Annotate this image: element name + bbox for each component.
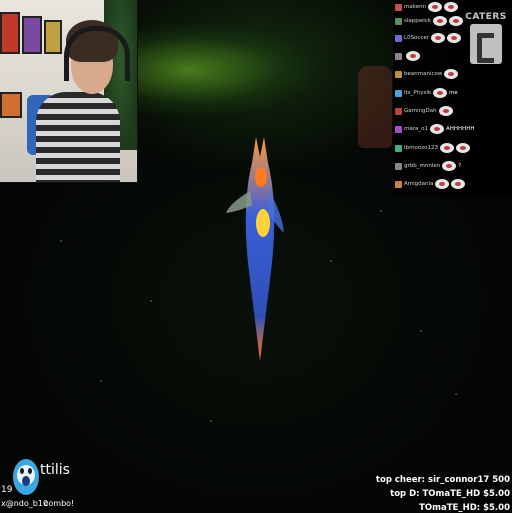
alert-name: ttilis [40, 462, 70, 478]
particle [455, 393, 457, 395]
emote-icon [439, 143, 454, 153]
alert-user: x@ndo_b10 [1, 499, 49, 508]
emote-icon [451, 179, 466, 189]
emote-icon [406, 51, 420, 61]
emote-icon [433, 88, 448, 98]
chat-message: Amigdanla [395, 177, 511, 191]
chat-username: Ibmoozo123 [404, 145, 438, 151]
wall-picture [22, 16, 42, 54]
alert-avatar-icon [13, 459, 39, 495]
chat-username: beanmanicow [404, 71, 443, 77]
emote-icon [435, 179, 450, 189]
user-badge-icon [395, 3, 402, 11]
particle [330, 260, 332, 262]
chat-message: GamingDah [395, 104, 511, 118]
alert-combo: combo! [44, 499, 75, 508]
chat-username: slappwick [404, 18, 431, 24]
particle [60, 240, 62, 242]
alert-count: 19 [1, 485, 13, 495]
headphones-icon [64, 26, 130, 81]
user-badge-icon [395, 34, 402, 42]
user-badge-icon [395, 52, 402, 60]
caters-logo-icon [470, 24, 502, 64]
user-badge-icon [395, 70, 402, 78]
particle [380, 210, 382, 212]
chat-message: grbb_mnnlen ? [395, 159, 511, 173]
chat-username: makenn [404, 4, 427, 10]
chat-message: mara_o1 AHHHHHH [395, 122, 511, 136]
emote-icon [444, 69, 459, 79]
chat-message: Its_Physik me [395, 86, 511, 100]
webcam-overlay [0, 0, 138, 183]
sea-angel-creature [226, 137, 284, 361]
user-badge-icon [395, 125, 402, 133]
chat-text: ? [458, 163, 462, 169]
creature-head [255, 167, 267, 187]
chat-username: grbb_mnnlen [404, 163, 441, 169]
emote-icon [444, 2, 459, 12]
chat-username: mara_o1 [404, 126, 428, 132]
emote-icon [432, 16, 447, 26]
emote-icon [442, 161, 457, 171]
caters-watermark: CATERS [465, 12, 507, 76]
wall-picture [0, 12, 20, 54]
streamer-torso [36, 92, 120, 182]
chat-username: L0Soccer [404, 35, 430, 41]
particle [150, 300, 152, 302]
top-donation: top D: TOmaTE_HD $5.00 [390, 489, 510, 499]
user-badge-icon [395, 17, 402, 25]
user-badge-icon [395, 180, 402, 188]
particle [420, 330, 422, 332]
emote-icon [431, 33, 446, 43]
chat-text: AHHHHHH [445, 126, 475, 132]
creature-core [256, 209, 270, 237]
wall-picture [0, 92, 22, 118]
emote-icon [448, 16, 463, 26]
top-cheer: top cheer: sir_connor17 500 [375, 475, 510, 485]
emote-icon [428, 2, 443, 12]
user-badge-icon [395, 89, 402, 97]
emote-icon [447, 33, 462, 43]
emote-icon [438, 106, 453, 116]
particle [210, 420, 212, 422]
watermark-label: CATERS [465, 12, 507, 22]
wall-picture [44, 20, 62, 54]
chat-username: Amigdanla [404, 181, 434, 187]
user-badge-icon [395, 144, 402, 152]
particle [100, 380, 102, 382]
background-sticker [358, 66, 392, 148]
chat-text: me [449, 90, 458, 96]
chat-username: Its_Physik [404, 90, 432, 96]
user-badge-icon [395, 162, 402, 170]
chat-username: GamingDah [404, 108, 437, 114]
user-badge-icon [395, 107, 402, 115]
emote-icon [455, 143, 470, 153]
chat-message: Ibmoozo123 [395, 141, 511, 155]
emote-icon [429, 124, 444, 134]
